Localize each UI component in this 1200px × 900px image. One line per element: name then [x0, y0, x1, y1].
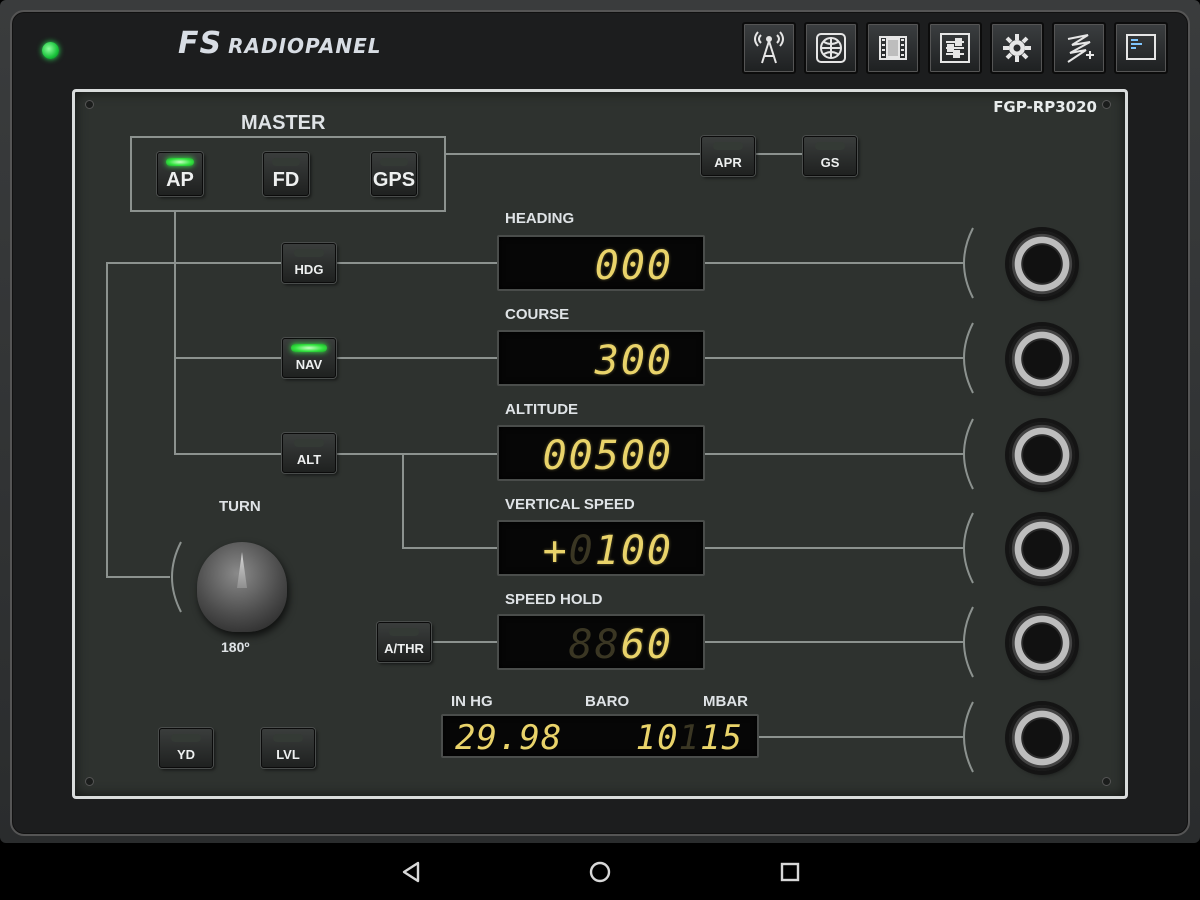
gear-icon[interactable]	[990, 22, 1044, 74]
recents-icon[interactable]	[777, 859, 803, 885]
yd-lamp	[171, 734, 201, 742]
gs-lamp	[815, 142, 845, 150]
altitude-knob[interactable]	[1009, 422, 1075, 488]
baro-display: 29.98 10115	[441, 714, 759, 758]
vertical-speed-display: +0100	[497, 520, 705, 576]
heading-value: 000	[594, 243, 673, 289]
vertical-speed-label: VERTICAL SPEED	[505, 496, 635, 513]
altitude-display: 00500	[497, 425, 705, 481]
gs-button[interactable]: GS	[803, 136, 857, 176]
hdg-button[interactable]: HDG	[282, 243, 336, 283]
apr-lamp	[713, 142, 743, 150]
device-frame: FS RADIOPANEL FGP-RP3020 MASTER AP FD GP…	[0, 0, 1200, 843]
turn-value: 180º	[221, 639, 250, 655]
ap-lamp	[166, 158, 194, 166]
heading-display: 000	[497, 235, 705, 291]
nav-button[interactable]: NAV	[282, 338, 336, 378]
hdg-lamp	[294, 249, 324, 257]
altitude-value: 00500	[542, 433, 673, 479]
athr-lamp	[389, 628, 419, 636]
app-logo: FS RADIOPANEL	[178, 26, 382, 61]
ap-button[interactable]: AP	[157, 152, 203, 196]
terminal-screen-icon[interactable]	[1114, 22, 1168, 74]
filmstrip-icon[interactable]	[866, 22, 920, 74]
speed-hold-display: 8860	[497, 614, 705, 670]
sliders-icon[interactable]	[928, 22, 982, 74]
course-knob[interactable]	[1009, 326, 1075, 392]
turn-label: TURN	[219, 498, 261, 515]
nav-lamp	[291, 344, 327, 352]
inhg-value: 29.98	[455, 718, 563, 758]
athr-button[interactable]: A/THR	[377, 622, 431, 662]
power-led	[42, 42, 59, 59]
speed-hold-value: 8860	[568, 622, 673, 668]
back-icon[interactable]	[398, 859, 424, 885]
fd-button[interactable]: FD	[263, 152, 309, 196]
home-icon[interactable]	[587, 859, 613, 885]
fd-lamp	[272, 158, 300, 166]
gps-lamp	[380, 158, 408, 166]
alt-button[interactable]: ALT	[282, 433, 336, 473]
course-display: 300	[497, 330, 705, 386]
globe-map-icon[interactable]	[804, 22, 858, 74]
heading-label: HEADING	[505, 210, 575, 227]
yd-button[interactable]: YD	[159, 728, 213, 768]
mbar-value: 10115	[635, 718, 743, 758]
lvl-button[interactable]: LVL	[261, 728, 315, 768]
baro-knob[interactable]	[1009, 705, 1075, 771]
course-label: COURSE	[505, 306, 570, 323]
gps-button[interactable]: GPS	[371, 152, 417, 196]
alt-lamp	[294, 439, 324, 447]
mbar-label: MBAR	[703, 693, 748, 710]
system-nav-bar	[0, 843, 1200, 900]
altitude-label: ALTITUDE	[505, 401, 579, 418]
baro-label: BARO	[585, 693, 630, 710]
lvl-lamp	[273, 734, 303, 742]
vertical-speed-knob[interactable]	[1009, 516, 1075, 582]
master-label: MASTER	[241, 112, 326, 134]
toolbar	[742, 22, 1168, 74]
turn-knob[interactable]	[197, 542, 287, 632]
speed-hold-knob[interactable]	[1009, 610, 1075, 676]
speed-hold-label: SPEED HOLD	[505, 591, 603, 608]
turn-pointer	[237, 552, 247, 588]
heading-knob[interactable]	[1009, 231, 1075, 297]
apr-button[interactable]: APR	[701, 136, 755, 176]
vertical-speed-value: +0100	[542, 528, 673, 574]
course-value: 300	[594, 338, 673, 384]
lightning-plus-icon[interactable]	[1052, 22, 1106, 74]
radio-tower-icon[interactable]	[742, 22, 796, 74]
autopilot-panel: FGP-RP3020 MASTER AP FD GPS APR GS HEADI…	[72, 89, 1128, 799]
inhg-label: IN HG	[451, 693, 493, 710]
